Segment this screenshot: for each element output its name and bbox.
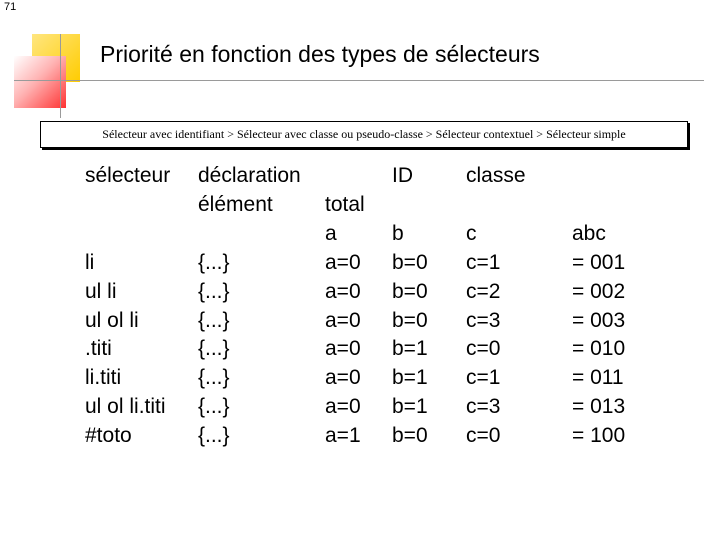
cell-total: = 003	[572, 308, 626, 332]
priority-info-box: Sélecteur avec identifiant > Sélecteur a…	[40, 121, 688, 148]
cell-a: a=0	[325, 337, 361, 361]
cell-total: = 100	[572, 423, 626, 447]
cell-b: b=0	[392, 308, 428, 332]
cell-declaration: {...}	[198, 423, 230, 447]
cell-selector: ul ol li	[85, 308, 139, 332]
header-selector: sélecteur	[85, 164, 171, 187]
cell-total: = 011	[572, 366, 624, 390]
cell-a: a=1	[325, 423, 361, 447]
cell-b: b=1	[392, 366, 428, 390]
cell-b: b=0	[392, 251, 428, 274]
cell-c: c=2	[466, 279, 501, 303]
priority-info-text: Sélecteur avec identifiant > Sélecteur a…	[102, 127, 626, 141]
cell-a: a=0	[325, 279, 361, 303]
decorative-horizontal-line	[14, 80, 704, 81]
cell-selector: li	[85, 251, 95, 274]
cell-a: a=0	[325, 366, 361, 390]
header-element: élément	[198, 193, 273, 216]
header-b: b	[392, 222, 404, 245]
header-c: c	[466, 222, 477, 245]
header-classe: classe	[466, 164, 526, 187]
cell-selector: ul ol li.titi	[85, 395, 166, 418]
cell-c: c=3	[466, 308, 501, 332]
cell-b: b=1	[392, 395, 428, 418]
cell-b: b=0	[392, 279, 428, 303]
cell-declaration: {...}	[198, 279, 230, 303]
header-total: total	[325, 193, 365, 216]
header-declaration: déclaration	[198, 164, 301, 187]
header-a: a	[325, 222, 337, 245]
cell-total: = 013	[572, 395, 626, 418]
cell-c: c=1	[466, 251, 501, 274]
cell-total: = 010	[572, 337, 626, 361]
cell-declaration: {...}	[198, 366, 230, 390]
cell-selector: #toto	[85, 423, 132, 447]
cell-c: c=3	[466, 395, 501, 418]
slide-number: 71	[4, 1, 17, 13]
cell-selector: li.titi	[85, 366, 122, 390]
header-id: ID	[392, 164, 413, 187]
header-abc: abc	[572, 222, 606, 245]
cell-selector: .titi	[85, 337, 112, 361]
cell-b: b=1	[392, 337, 428, 361]
cell-total: = 002	[572, 279, 626, 303]
cell-total: = 001	[572, 251, 626, 274]
decorative-vertical-line	[60, 34, 61, 118]
cell-declaration: {...}	[198, 395, 230, 418]
cell-a: a=0	[325, 308, 361, 332]
decorative-red-square	[14, 56, 66, 108]
cell-c: c=0	[466, 337, 501, 361]
cell-c: c=0	[466, 423, 501, 447]
cell-b: b=0	[392, 423, 428, 447]
cell-a: a=0	[325, 251, 361, 274]
cell-declaration: {...}	[198, 251, 230, 274]
cell-declaration: {...}	[198, 337, 230, 361]
cell-declaration: {...}	[198, 308, 230, 332]
cell-a: a=0	[325, 395, 361, 418]
slide-title: Priorité en fonction des types de sélect…	[100, 41, 540, 67]
cell-c: c=1	[466, 366, 501, 390]
cell-selector: ul li	[85, 279, 117, 303]
